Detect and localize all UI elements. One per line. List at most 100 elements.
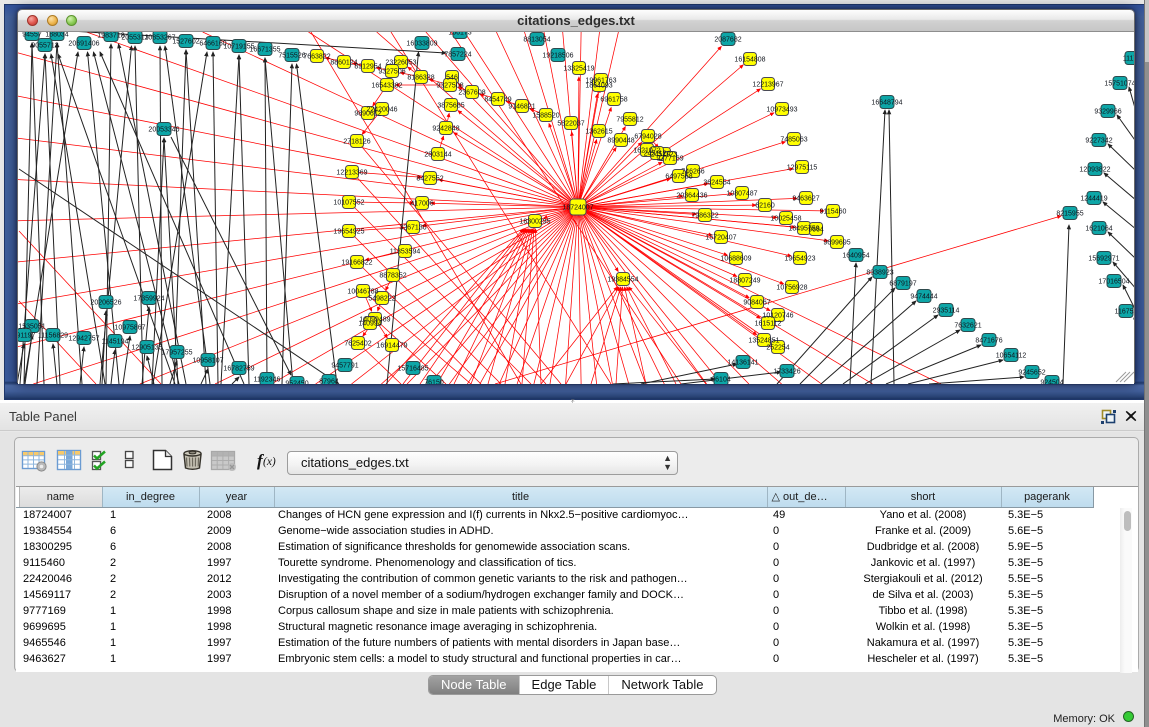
svg-text:6497568: 6497568 — [665, 174, 692, 181]
svg-text:1733426: 1733426 — [773, 369, 800, 376]
svg-text:7857224: 7857224 — [444, 52, 471, 59]
svg-text:391197: 391197 — [18, 333, 36, 340]
svg-text:417006: 417006 — [410, 201, 433, 208]
svg-text:15751074: 15751074 — [1104, 81, 1134, 88]
svg-text:9146821: 9146821 — [508, 104, 535, 111]
svg-text:19961763: 19961763 — [585, 78, 616, 85]
svg-text:9699695: 9699695 — [823, 240, 850, 247]
svg-text:3267130: 3267130 — [399, 225, 426, 232]
svg-text:6961758: 6961758 — [600, 97, 627, 104]
svg-text:19654923: 19654923 — [784, 256, 815, 263]
svg-text:116753: 116753 — [1115, 309, 1134, 316]
svg-text:10046788: 10046788 — [347, 289, 378, 296]
svg-text:12905135: 12905135 — [131, 345, 162, 352]
svg-text:12975115: 12975115 — [787, 165, 818, 172]
svg-text:20364436: 20364436 — [676, 193, 707, 200]
svg-text:2718126: 2718126 — [343, 139, 370, 146]
svg-text:6794028: 6794028 — [634, 134, 661, 141]
svg-text:12093822: 12093822 — [1079, 167, 1110, 174]
svg-text:(x): (x) — [263, 456, 276, 468]
svg-text:1527602: 1527602 — [172, 39, 199, 46]
svg-text:17016504: 17016504 — [1098, 279, 1129, 286]
svg-text:17957255: 17957255 — [161, 350, 192, 357]
svg-text:15720407: 15720407 — [705, 235, 736, 242]
svg-text:6879197: 6879197 — [889, 281, 916, 288]
svg-text:8878352: 8878352 — [379, 273, 406, 280]
svg-text:20053346: 20053346 — [148, 127, 179, 134]
svg-text:1244419: 1244419 — [1080, 196, 1107, 203]
svg-text:166173: 166173 — [448, 32, 471, 37]
svg-text:19166822: 19166822 — [341, 260, 372, 267]
svg-text:7955812: 7955812 — [616, 117, 643, 124]
svg-text:19218506: 19218506 — [542, 53, 573, 60]
svg-text:1621064: 1621064 — [1085, 226, 1112, 233]
svg-text:18300295: 18300295 — [519, 219, 550, 226]
svg-text:2451124: 2451124 — [644, 151, 671, 158]
svg-text:2935114: 2935114 — [933, 308, 960, 315]
svg-text:9664: 9664 — [808, 227, 824, 234]
svg-text:15692971: 15692971 — [1088, 256, 1119, 263]
svg-text:9890612: 9890612 — [354, 111, 381, 118]
svg-text:9463627: 9463627 — [792, 196, 819, 203]
svg-text:5498222: 5498222 — [368, 296, 395, 303]
svg-text:7663822: 7663822 — [303, 54, 330, 61]
svg-text:16033809: 16033809 — [406, 41, 437, 48]
svg-text:3875685: 3875685 — [437, 103, 464, 110]
svg-text:11353594: 11353594 — [390, 249, 421, 256]
svg-text:8427552: 8427552 — [416, 176, 443, 183]
svg-text:12942757: 12942757 — [68, 336, 99, 343]
svg-text:3624554: 3624554 — [703, 180, 730, 187]
svg-text:16154808: 16154808 — [734, 57, 765, 64]
svg-text:96104: 96104 — [711, 377, 731, 384]
svg-text:10975867: 10975867 — [114, 325, 145, 332]
svg-text:9329966: 9329966 — [1094, 109, 1121, 116]
svg-text:8215955: 8215955 — [1056, 211, 1083, 218]
svg-text:9115460: 9115460 — [820, 209, 847, 216]
svg-text:14136141: 14136141 — [727, 360, 758, 367]
svg-text:10025458: 10025458 — [770, 216, 801, 223]
svg-text:10756928: 10756928 — [776, 285, 807, 292]
svg-text:7515526: 7515526 — [278, 53, 305, 60]
svg-text:16543382: 16543382 — [371, 83, 402, 90]
svg-text:1362615: 1362615 — [585, 129, 612, 136]
svg-text:10973493: 10973493 — [766, 107, 797, 114]
svg-text:924504: 924504 — [1040, 380, 1063, 385]
svg-text:140994: 140994 — [358, 321, 381, 328]
svg-text:10107552: 10107552 — [333, 200, 364, 207]
svg-text:16648794: 16648794 — [871, 100, 902, 107]
svg-text:15716485: 15716485 — [397, 366, 428, 373]
svg-text:8471676: 8471676 — [975, 338, 1002, 345]
svg-text:13325419: 13325419 — [563, 66, 594, 73]
svg-text:9242848: 9242848 — [432, 126, 459, 133]
svg-text:11173: 11173 — [1123, 56, 1134, 63]
svg-text:19654925: 19654925 — [333, 229, 364, 236]
svg-text:16914479: 16914479 — [376, 343, 407, 350]
svg-text:9327506: 9327506 — [378, 69, 405, 76]
svg-text:10958107: 10958107 — [192, 358, 223, 365]
svg-text:20206526: 20206526 — [90, 300, 121, 307]
svg-text:62160: 62160 — [755, 203, 775, 210]
svg-text:23226053: 23226053 — [385, 60, 416, 67]
svg-text:9245652: 9245652 — [1018, 370, 1045, 377]
svg-text:12213967: 12213967 — [752, 82, 783, 89]
svg-text:12213369: 12213369 — [336, 170, 367, 177]
svg-text:9457791: 9457791 — [331, 363, 358, 370]
svg-text:9474444: 9474444 — [910, 294, 937, 301]
svg-text:1640954: 1640954 — [842, 253, 869, 260]
svg-text:8186328: 8186328 — [407, 75, 434, 82]
svg-text:76150: 76150 — [424, 380, 444, 385]
svg-text:10120746: 10120746 — [762, 313, 793, 320]
svg-text:16671355: 16671355 — [249, 47, 280, 54]
svg-text:2087682: 2087682 — [714, 37, 741, 44]
svg-text:8454749: 8454749 — [484, 97, 511, 104]
svg-text:11156829: 11156829 — [38, 333, 68, 340]
svg-text:2803144: 2803144 — [424, 152, 451, 159]
svg-text:10807487: 10807487 — [726, 191, 757, 198]
svg-text:16782759: 16782759 — [223, 366, 254, 373]
svg-text:5822037: 5822037 — [557, 121, 584, 128]
svg-text:19384554: 19384554 — [607, 277, 638, 284]
svg-text:94557: 94557 — [22, 32, 42, 39]
svg-text:9227342: 9227342 — [1085, 138, 1112, 145]
svg-text:252254: 252254 — [766, 345, 789, 352]
svg-text:952450: 952450 — [285, 381, 308, 385]
